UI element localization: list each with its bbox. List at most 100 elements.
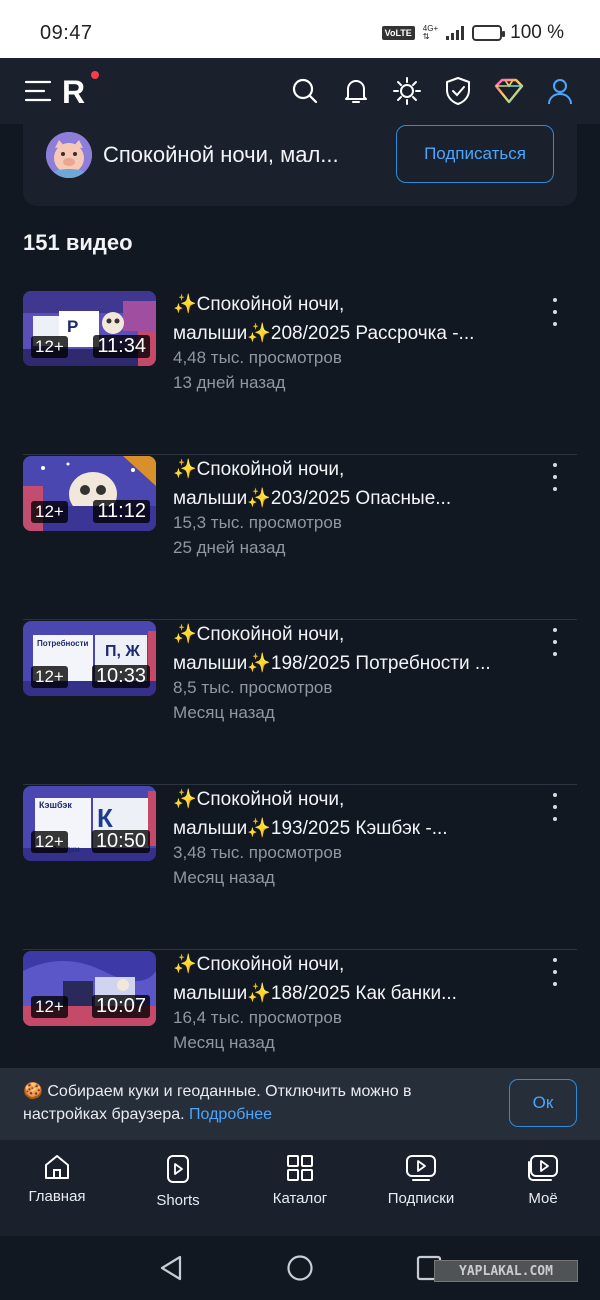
video-thumbnail[interactable]: 12+ 11:12 [23, 456, 156, 531]
duration-badge: 10:50 [91, 830, 150, 853]
logo-notification-dot [91, 71, 99, 79]
sun-icon[interactable] [391, 75, 423, 107]
cookie-ok-button[interactable]: Ок [509, 1079, 577, 1127]
video-item[interactable]: 12+ 11:12 ✨Спокойной ночи, малыши✨203/20… [23, 455, 577, 620]
shorts-icon [167, 1155, 189, 1183]
video-date: Месяц назад [173, 1033, 275, 1052]
nav-my[interactable]: Моё [488, 1154, 598, 1207]
shield-icon[interactable] [442, 75, 474, 107]
bell-icon[interactable] [340, 75, 372, 107]
subscriptions-icon [406, 1155, 436, 1181]
video-thumbnail[interactable]: Потребности П, Ж 12+ 10:33 [23, 621, 156, 696]
duration-badge: 10:07 [91, 995, 150, 1018]
video-views: 3,48 тыс. просмотров [173, 843, 342, 862]
app-header: R [0, 58, 600, 124]
video-views: 15,3 тыс. просмотров [173, 513, 342, 532]
bottom-navigation: Главная Shorts Каталог Подписки Моё [0, 1140, 600, 1236]
video-date: Месяц назад [173, 703, 275, 722]
age-badge: 12+ [31, 666, 68, 688]
channel-name[interactable]: Спокойной ночи, мал... [103, 142, 339, 168]
video-title-line: ✨Спокойной ночи, [173, 459, 345, 480]
network-type: 4G+ ⇅ [423, 25, 438, 41]
thumbnail-letter: Р [67, 317, 79, 336]
nav-catalog[interactable]: Каталог [245, 1154, 355, 1207]
thumbnail-letter: П, Ж [105, 643, 140, 660]
cookie-message: 🍪 Собираем куки и геоданные. Отключить м… [23, 1080, 483, 1126]
nav-home[interactable]: Главная [2, 1154, 112, 1205]
status-icons: VoLTE 4G+ ⇅ 100 % [381, 22, 564, 44]
video-title-line: малыши✨203/2025 Опасные... [173, 488, 452, 509]
cookie-more-link[interactable]: Подробнее [189, 1106, 272, 1123]
video-title[interactable]: ✨Спокойной ночи, малыши✨198/2025 Потребн… [173, 620, 538, 678]
catalog-icon [287, 1155, 313, 1181]
home-circle-icon[interactable] [286, 1254, 314, 1287]
more-options-icon[interactable] [551, 793, 559, 821]
nav-label: Главная [28, 1188, 86, 1205]
nav-label: Моё [528, 1190, 558, 1207]
video-item[interactable]: Кэшбэк К Скидки 12+ 10:50 ✨Спокойной ноч… [23, 785, 577, 950]
video-title[interactable]: ✨Спокойной ночи, малыши✨203/2025 Опасные… [173, 455, 538, 513]
video-thumbnail[interactable]: Р 12+ 11:34 [23, 291, 156, 366]
duration-badge: 10:33 [91, 665, 150, 688]
cookie-banner: 🍪 Собираем куки и геоданные. Отключить м… [0, 1068, 600, 1140]
status-bar: 09:47 VoLTE 4G+ ⇅ 100 % [0, 0, 600, 58]
nav-shorts[interactable]: Shorts [123, 1154, 233, 1209]
age-badge: 12+ [31, 336, 68, 358]
nav-label: Каталог [272, 1190, 328, 1207]
home-icon [45, 1155, 69, 1179]
video-thumbnail[interactable]: Кэшбэк К Скидки 12+ 10:50 [23, 786, 156, 861]
diamond-icon[interactable] [493, 75, 525, 107]
video-title-line: малыши✨193/2025 Кэшбэк -... [173, 818, 448, 839]
watermark: YAPLAKAL.COM [434, 1260, 578, 1282]
video-title-line: малыши✨198/2025 Потребности ... [173, 653, 491, 674]
video-title-line: малыши✨208/2025 Рассрочка -... [173, 323, 475, 344]
status-time: 09:47 [40, 22, 93, 44]
video-views: 8,5 тыс. просмотров [173, 678, 333, 697]
subscribe-button[interactable]: Подписаться [396, 125, 554, 183]
back-icon[interactable] [158, 1254, 184, 1287]
nav-label: Подписки [387, 1190, 455, 1207]
signal-icon [446, 26, 465, 40]
more-options-icon[interactable] [551, 958, 559, 986]
video-title-line: ✨Спокойной ночи, [173, 789, 345, 810]
more-options-icon[interactable] [551, 628, 559, 656]
nav-subscriptions[interactable]: Подписки [366, 1154, 476, 1207]
more-options-icon[interactable] [551, 298, 559, 326]
video-title[interactable]: ✨Спокойной ночи, малыши✨193/2025 Кэшбэк … [173, 785, 538, 843]
battery-percent: 100 % [510, 22, 564, 43]
thumbnail-caption: Кэшбэк [39, 800, 72, 810]
network-arrows-icon: ⇅ [422, 32, 430, 41]
video-views: 16,4 тыс. просмотров [173, 1008, 342, 1027]
search-icon[interactable] [289, 75, 321, 107]
duration-badge: 11:34 [93, 335, 150, 358]
video-title[interactable]: ✨Спокойной ночи, малыши✨208/2025 Рассроч… [173, 290, 538, 348]
my-icon [528, 1155, 558, 1181]
age-badge: 12+ [31, 831, 68, 853]
video-date: 13 дней назад [173, 373, 286, 392]
video-views: 4,48 тыс. просмотров [173, 348, 342, 367]
video-count: 151 видео [23, 230, 133, 255]
menu-icon[interactable] [22, 75, 54, 107]
video-item[interactable]: Потребности П, Ж 12+ 10:33 ✨Спокойной но… [23, 620, 577, 785]
channel-avatar[interactable] [46, 132, 92, 178]
video-title-line: ✨Спокойной ночи, [173, 954, 345, 975]
video-item[interactable]: Р 12+ 11:34 ✨Спокойной ночи, малыши✨208/… [23, 290, 577, 455]
age-badge: 12+ [31, 996, 68, 1018]
video-title-line: ✨Спокойной ночи, [173, 294, 345, 315]
nav-label: Shorts [156, 1192, 200, 1209]
duration-badge: 11:12 [93, 500, 150, 523]
rutube-logo[interactable]: R [62, 74, 85, 111]
battery-icon [472, 25, 506, 41]
age-badge: 12+ [31, 501, 68, 523]
video-date: Месяц назад [173, 868, 275, 887]
more-options-icon[interactable] [551, 463, 559, 491]
thumbnail-caption: Потребности [37, 639, 89, 648]
video-title-line: малыши✨188/2025 Как банки... [173, 983, 457, 1004]
video-thumbnail[interactable]: 12+ 10:07 [23, 951, 156, 1026]
video-title-line: ✨Спокойной ночи, [173, 624, 345, 645]
video-title[interactable]: ✨Спокойной ночи, малыши✨188/2025 Как бан… [173, 950, 538, 1008]
channel-header: Спокойной ночи, мал... Подписаться [23, 124, 577, 206]
volte-badge: VoLTE [381, 26, 415, 40]
user-icon[interactable] [544, 75, 576, 107]
video-date: 25 дней назад [173, 538, 286, 557]
